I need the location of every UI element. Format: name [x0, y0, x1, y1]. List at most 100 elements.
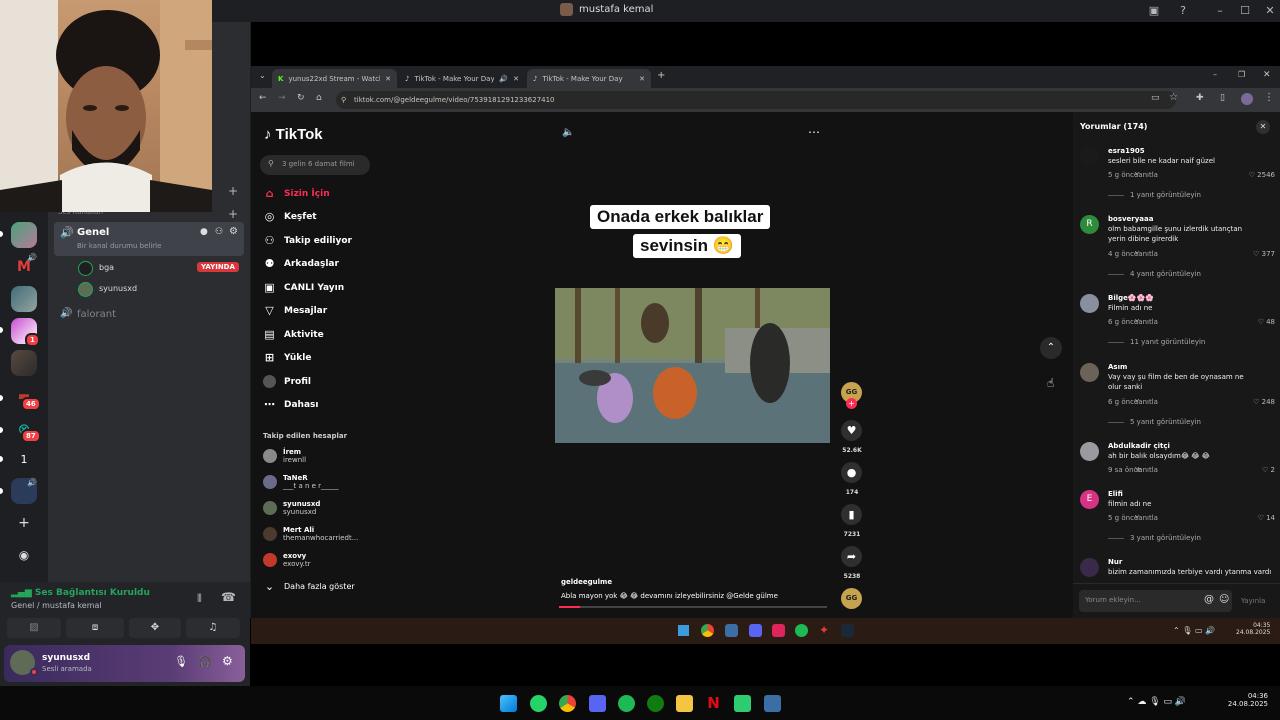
chat-icon[interactable]: ●: [200, 227, 208, 237]
comment-input[interactable]: Yorum ekleyin... @ ☺: [1079, 590, 1232, 612]
back-icon[interactable]: ←: [259, 93, 267, 103]
app-icon[interactable]: ✦: [819, 624, 832, 637]
view-replies[interactable]: 11 yanıt görüntüleyin: [1108, 338, 1205, 346]
nav-more[interactable]: ⋯ Dahası: [263, 398, 318, 411]
camera-off-button[interactable]: ▨: [7, 618, 61, 638]
explore-icon[interactable]: ◉: [11, 542, 37, 568]
comment-user[interactable]: esra1905: [1108, 147, 1145, 155]
noise-suppression-icon[interactable]: ⦀: [197, 592, 202, 606]
followed-account[interactable]: TaNeR ___t a n e r_____: [263, 474, 339, 490]
spotify-icon[interactable]: [795, 624, 808, 637]
avatar[interactable]: [1080, 558, 1099, 577]
extensions-icon[interactable]: ✚: [1196, 93, 1204, 103]
server-icon[interactable]: [11, 222, 37, 248]
more-options-icon[interactable]: ⋯: [808, 125, 820, 139]
comment-like[interactable]: ♡ 248: [1253, 398, 1275, 406]
home-icon[interactable]: ⌂: [316, 93, 322, 103]
server-icon[interactable]: 1: [11, 447, 37, 473]
reply-button[interactable]: Yanıtla: [1135, 514, 1158, 522]
browser-tab[interactable]: ♪ TikTok - Make Your Day 🔊 ✕: [399, 69, 525, 88]
audio-icon[interactable]: 🔊: [499, 75, 508, 83]
music-disc-icon[interactable]: GG: [841, 588, 862, 609]
view-replies[interactable]: 3 yanıt görüntüleyin: [1108, 534, 1201, 542]
comment-user[interactable]: Abdulkadir çitçi: [1108, 442, 1170, 450]
post-button[interactable]: Yayınla: [1241, 597, 1265, 605]
followed-account[interactable]: syunusxd syunusxd: [263, 500, 320, 516]
tray-icons[interactable]: ⌃ 🎙 ▭ 🔊: [1173, 626, 1215, 635]
like-button[interactable]: ♥: [841, 420, 862, 441]
search-input[interactable]: ⚲ 3 gelin 6 damat filmi: [260, 155, 370, 175]
discord-icon[interactable]: [749, 624, 762, 637]
close-tab-icon[interactable]: ✕: [385, 75, 391, 83]
comment-user[interactable]: bosveryaaa: [1108, 215, 1153, 223]
comment-like[interactable]: ♡ 2546: [1249, 171, 1275, 179]
help-icon[interactable]: ?: [1175, 3, 1191, 19]
nav-activity[interactable]: ▤ Aktivite: [263, 328, 323, 341]
comment-user[interactable]: Nur: [1108, 558, 1122, 566]
avatar[interactable]: [1080, 147, 1099, 166]
tiktok-logo[interactable]: ♪ TikTok: [264, 126, 323, 143]
windows-start-icon[interactable]: [500, 695, 517, 712]
reply-button[interactable]: Yanıtla: [1135, 398, 1158, 406]
nav-messages[interactable]: ▽ Mesajlar: [263, 304, 327, 317]
app-icon[interactable]: [764, 695, 781, 712]
headphones-icon[interactable]: 🎧: [198, 655, 212, 668]
avatar[interactable]: E: [1080, 490, 1099, 509]
comment-like[interactable]: ♡ 14: [1258, 514, 1275, 522]
view-replies[interactable]: 4 yanıt görüntüleyin: [1108, 270, 1201, 278]
avatar[interactable]: R: [1080, 215, 1099, 234]
view-replies[interactable]: 1 yanıt görüntüleyin: [1108, 191, 1201, 199]
comment-user[interactable]: Bilge🌸🌸🌸: [1108, 294, 1154, 302]
nav-upload[interactable]: ⊞ Yükle: [263, 351, 312, 364]
reply-button[interactable]: Yanıtla: [1135, 171, 1158, 179]
show-more-button[interactable]: ⌄ Daha fazla göster: [263, 580, 355, 593]
steam-icon[interactable]: [841, 624, 854, 637]
browser-tab[interactable]: ♪ TikTok - Make Your Day ✕: [527, 69, 651, 88]
site-info-icon[interactable]: ⚲: [341, 91, 346, 109]
emoji-icon[interactable]: ☺: [1219, 594, 1229, 605]
user-settings-icon[interactable]: ⚙: [222, 654, 233, 668]
chrome-icon[interactable]: [559, 695, 576, 712]
view-replies[interactable]: 5 yanıt görüntüleyin: [1108, 418, 1201, 426]
nav-explore[interactable]: ◎ Keşfet: [263, 210, 317, 223]
reload-icon[interactable]: ↻: [297, 93, 305, 103]
new-tab-icon[interactable]: +: [657, 70, 665, 81]
soundboard-button[interactable]: ♫: [186, 618, 240, 638]
app-icon[interactable]: [725, 624, 738, 637]
reply-button[interactable]: Yanıtla: [1135, 318, 1158, 326]
chrome-icon[interactable]: [701, 624, 714, 637]
address-bar[interactable]: ⚲ tiktok.com/@geldeegulme/video/75391812…: [336, 91, 1176, 109]
activities-button[interactable]: ✥: [129, 618, 181, 638]
close-icon[interactable]: ✕: [1262, 3, 1278, 19]
menu-icon[interactable]: ⋮: [1264, 92, 1274, 103]
windows-start-icon[interactable]: [678, 625, 689, 636]
spotify-icon[interactable]: [618, 695, 635, 712]
connection-status[interactable]: ▂▄▆ Ses Bağlantısı Kuruldu: [11, 588, 150, 598]
video-progress[interactable]: [559, 606, 827, 608]
tray-icons[interactable]: ⌃ ☁ 🎙 ▭ 🔊: [1127, 697, 1186, 707]
forward-icon[interactable]: →: [278, 93, 286, 103]
discord-icon[interactable]: [589, 695, 606, 712]
close-comments-icon[interactable]: ✕: [1256, 120, 1270, 134]
avatar[interactable]: [1080, 363, 1099, 382]
screen-share-button[interactable]: ⧈: [66, 618, 124, 638]
browser-tab[interactable]: K yunus22xd Stream - Watch Live ✕: [272, 69, 397, 88]
previous-video-button[interactable]: ⌃: [1040, 337, 1062, 359]
mention-icon[interactable]: @: [1204, 594, 1214, 605]
nav-live[interactable]: ▣ CANLI Yayın: [263, 281, 344, 294]
cast-icon[interactable]: ▭: [1151, 93, 1160, 103]
followed-account[interactable]: exovy exovy.tr: [263, 552, 311, 568]
profile-avatar[interactable]: [1241, 93, 1253, 105]
followed-account[interactable]: Mert Ali themanwhocarriedt...: [263, 526, 358, 542]
reply-button[interactable]: Yanıtla: [1135, 250, 1158, 258]
xbox-icon[interactable]: [647, 695, 664, 712]
maximize-icon[interactable]: ☐: [1237, 3, 1253, 19]
comment-user[interactable]: Asım: [1108, 363, 1127, 371]
nav-following[interactable]: ⚇ Takip ediliyor: [263, 234, 352, 247]
nav-friends[interactable]: ⚉ Arkadaşlar: [263, 257, 339, 270]
comment-user[interactable]: Elifi: [1108, 490, 1123, 498]
close-tab-icon[interactable]: ✕: [639, 75, 645, 83]
bookmark-star-icon[interactable]: ☆: [1169, 92, 1178, 103]
app-icon[interactable]: [734, 695, 751, 712]
avatar[interactable]: [1080, 442, 1099, 461]
